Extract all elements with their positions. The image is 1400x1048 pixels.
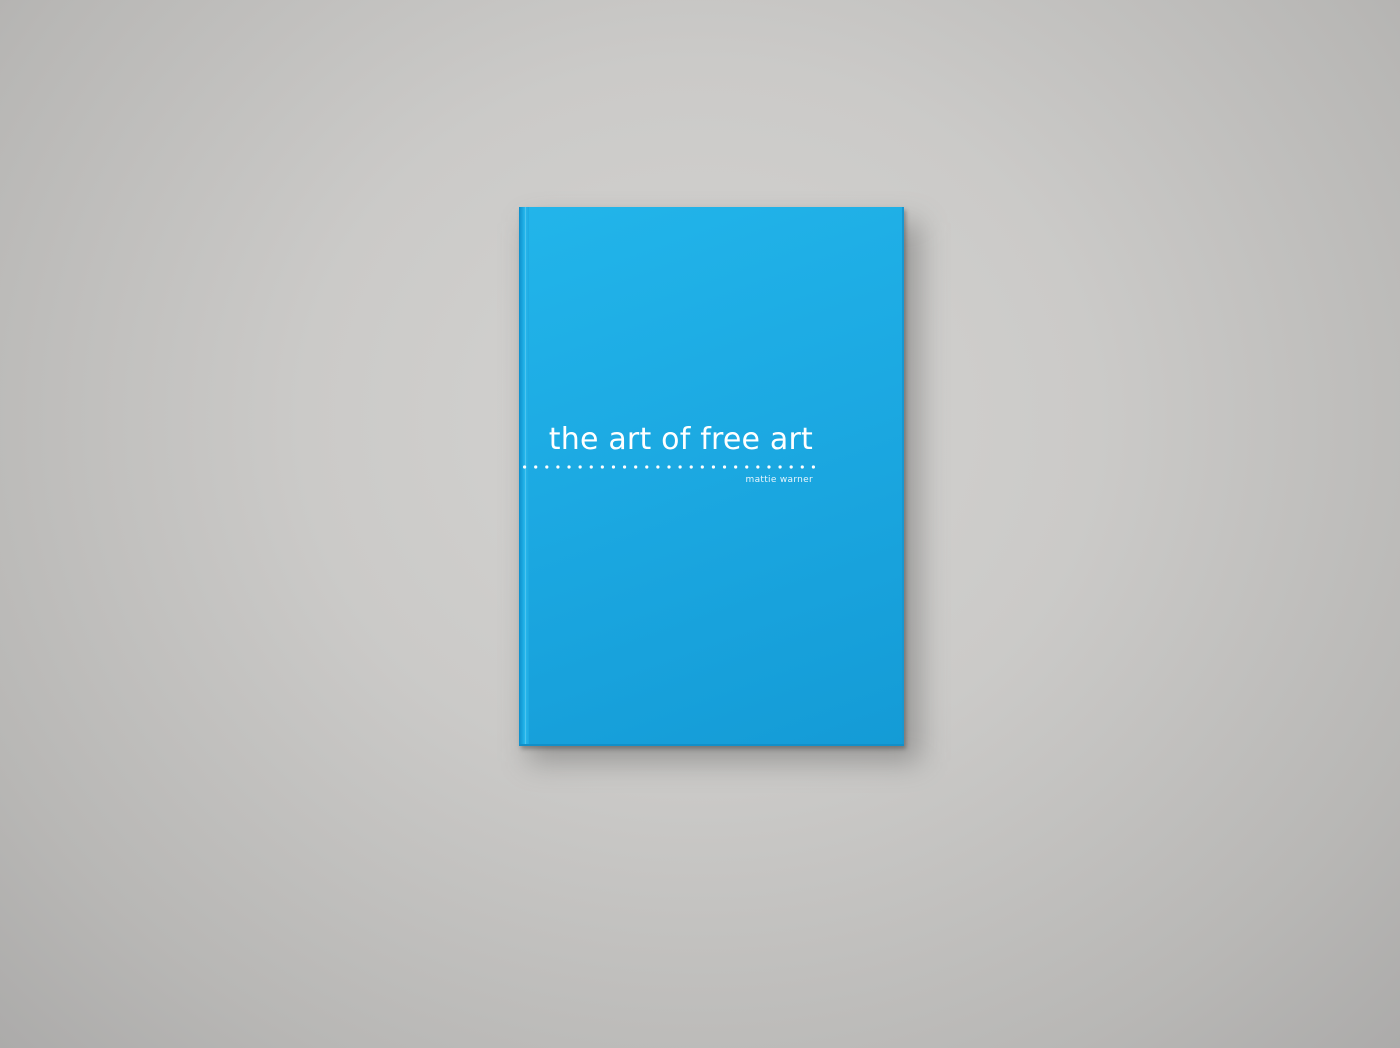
dotted-rule	[523, 465, 815, 469]
rule-dot	[711, 465, 716, 469]
book-title: the art of free art	[548, 422, 813, 457]
rule-dot	[578, 465, 582, 469]
rule-dot	[700, 465, 704, 469]
book-right-edge	[902, 207, 904, 746]
rule-dot	[789, 465, 793, 469]
rule-dot	[778, 465, 782, 469]
rule-dot	[756, 465, 760, 469]
book-author: mattie warner	[745, 475, 813, 485]
rule-dot	[745, 465, 749, 469]
book-bottom-edge	[519, 744, 904, 746]
mockup-scene: the art of free art mattie warner	[0, 0, 1400, 1048]
rule-dot	[678, 465, 682, 469]
rule-dot	[567, 465, 571, 469]
rule-dot	[689, 465, 693, 469]
rule-dot	[645, 465, 649, 469]
rule-dot	[734, 465, 738, 469]
rule-dot	[556, 465, 560, 469]
rule-dot	[622, 465, 627, 469]
rule-dot	[545, 465, 549, 469]
rule-dot	[656, 465, 660, 469]
rule-dot	[611, 465, 616, 469]
rule-dot	[523, 465, 527, 469]
rule-dot	[634, 465, 638, 469]
rule-dot	[722, 465, 727, 469]
rule-dot	[667, 465, 671, 469]
rule-dot	[767, 465, 771, 469]
rule-dot	[534, 465, 538, 469]
rule-dot	[589, 465, 593, 469]
rule-dot	[600, 465, 604, 469]
rule-dot	[811, 465, 815, 469]
book-cover: the art of free art mattie warner	[519, 207, 904, 746]
rule-dot	[800, 465, 804, 469]
